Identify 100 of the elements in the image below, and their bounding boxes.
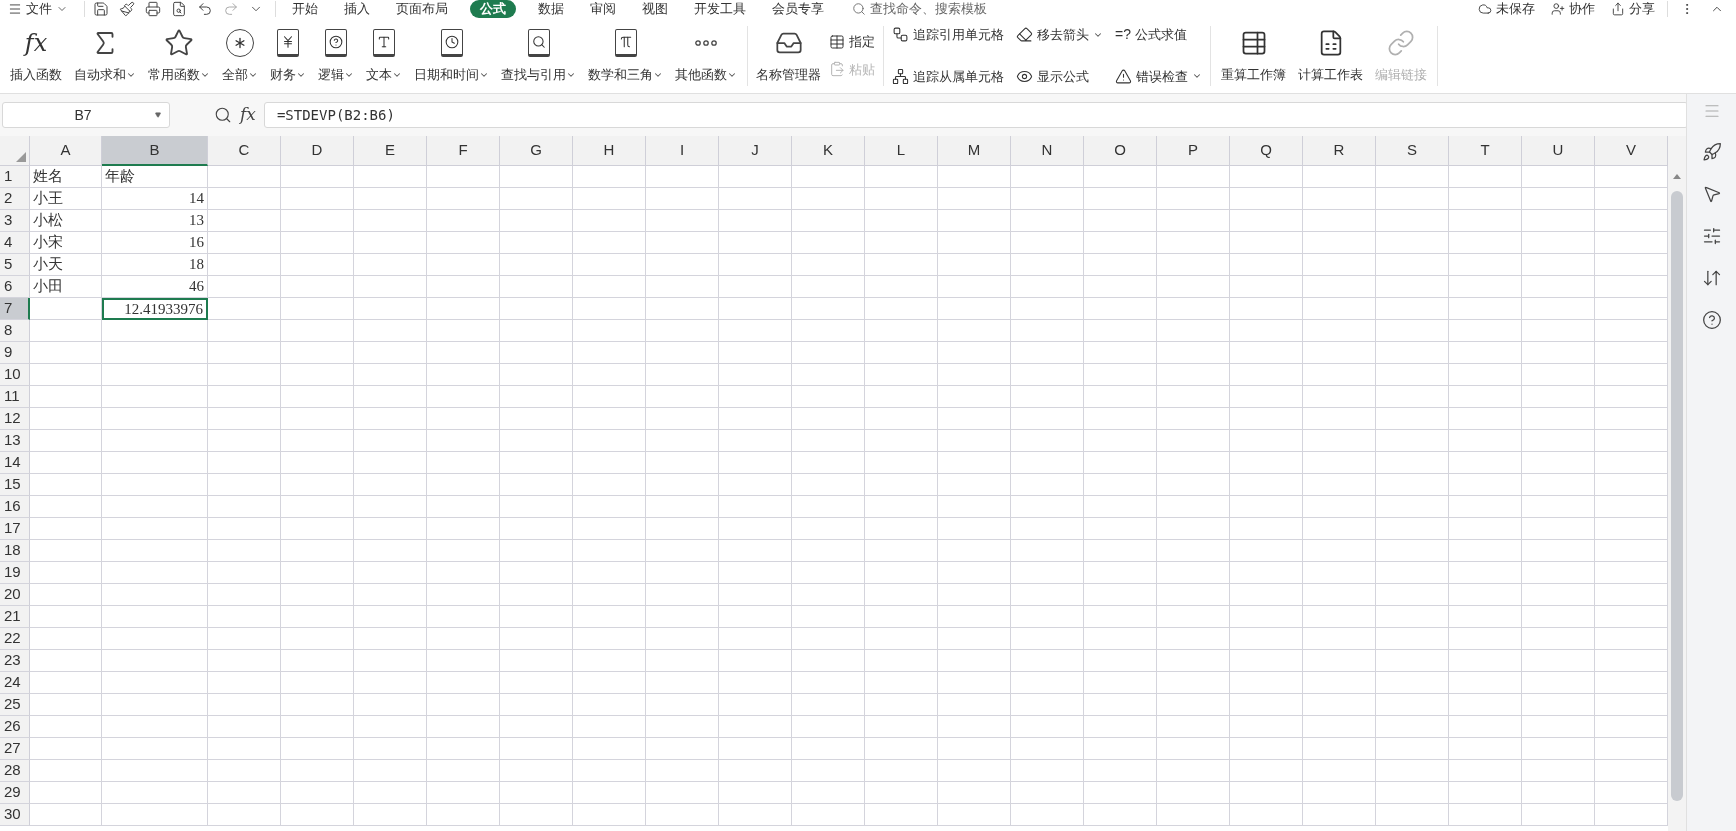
audit-tool-button[interactable]: 显示公式 bbox=[1016, 59, 1103, 93]
column-header[interactable]: V bbox=[1595, 136, 1668, 166]
calc-button[interactable]: 重算工作簿 bbox=[1215, 18, 1292, 93]
column-header[interactable]: J bbox=[719, 136, 792, 166]
audit-tool-button[interactable]: 追踪从属单元格 bbox=[892, 59, 1004, 93]
action-button[interactable]: 协作 bbox=[1551, 2, 1595, 16]
column-header[interactable]: H bbox=[573, 136, 646, 166]
scrollbar-thumb[interactable] bbox=[1671, 191, 1683, 801]
row-header[interactable]: 25 bbox=[0, 694, 30, 716]
name-tool-button[interactable]: 指定 bbox=[829, 32, 875, 52]
row-header[interactable]: 29 bbox=[0, 782, 30, 804]
row-header[interactable]: 22 bbox=[0, 628, 30, 650]
row-header[interactable]: 6 bbox=[0, 276, 30, 298]
row-header[interactable]: 19 bbox=[0, 562, 30, 584]
row-header[interactable]: 17 bbox=[0, 518, 30, 540]
column-header[interactable]: T bbox=[1449, 136, 1522, 166]
column-header[interactable]: F bbox=[427, 136, 500, 166]
column-header[interactable]: M bbox=[938, 136, 1011, 166]
function-button[interactable]: 全部 bbox=[216, 18, 264, 93]
audit-tool-button[interactable]: =? 公式求值 bbox=[1115, 18, 1202, 52]
row-header[interactable]: 24 bbox=[0, 672, 30, 694]
file-menu[interactable]: 文件 bbox=[8, 2, 68, 16]
table-cell: 小田 bbox=[30, 276, 102, 298]
function-button[interactable]: 日期和时间 bbox=[408, 18, 495, 93]
row-header[interactable]: 20 bbox=[0, 584, 30, 606]
ribbon-tab[interactable]: 审阅 bbox=[586, 0, 620, 18]
column-header[interactable]: U bbox=[1522, 136, 1595, 166]
row-header[interactable]: 8 bbox=[0, 320, 30, 342]
name-box[interactable]: B7 bbox=[2, 102, 170, 128]
ribbon-tab[interactable]: 插入 bbox=[340, 0, 374, 18]
select-all-corner[interactable] bbox=[0, 136, 30, 166]
row-header[interactable]: 26 bbox=[0, 716, 30, 738]
column-header[interactable]: P bbox=[1157, 136, 1230, 166]
action-button[interactable]: 分享 bbox=[1611, 2, 1655, 16]
ribbon-tab[interactable]: 页面布局 bbox=[392, 0, 452, 18]
row-header[interactable]: 7 bbox=[0, 298, 30, 320]
column-header[interactable]: D bbox=[281, 136, 354, 166]
function-button[interactable]: 财务 bbox=[264, 18, 312, 93]
ribbon-tab[interactable]: 数据 bbox=[534, 0, 568, 18]
eraser-icon bbox=[1016, 26, 1033, 44]
ribbon-tab[interactable]: 公式 bbox=[470, 0, 516, 18]
row-header[interactable]: 10 bbox=[0, 364, 30, 386]
column-header[interactable]: S bbox=[1376, 136, 1449, 166]
row-header[interactable]: 5 bbox=[0, 254, 30, 276]
function-button[interactable]: 自动求和 bbox=[68, 18, 142, 93]
row-header[interactable]: 27 bbox=[0, 738, 30, 760]
row-header[interactable]: 4 bbox=[0, 232, 30, 254]
audit-tool-button[interactable]: 追踪引用单元格 bbox=[892, 18, 1004, 52]
column-header[interactable]: B bbox=[102, 136, 208, 166]
ribbon-tab[interactable]: 会员专享 bbox=[768, 0, 828, 18]
row-header[interactable]: 13 bbox=[0, 430, 30, 452]
audit-tool-button[interactable]: 错误检查 bbox=[1115, 59, 1202, 93]
function-button[interactable]: 逻辑 bbox=[312, 18, 360, 93]
search-field[interactable]: 查找命令、搜索模板 bbox=[852, 2, 1010, 16]
column-header[interactable]: K bbox=[792, 136, 865, 166]
handle-icon bbox=[1702, 102, 1721, 120]
column-header[interactable]: L bbox=[865, 136, 938, 166]
column-header[interactable]: C bbox=[208, 136, 281, 166]
ribbon-tab[interactable]: 视图 bbox=[638, 0, 672, 18]
column-header[interactable]: G bbox=[500, 136, 573, 166]
audit-tool-button[interactable]: 移去箭头 bbox=[1016, 18, 1103, 52]
column-header[interactable]: N bbox=[1011, 136, 1084, 166]
table-cell: 12.41933976 bbox=[102, 298, 208, 320]
ribbon-tab[interactable]: 开发工具 bbox=[690, 0, 750, 18]
function-button[interactable]: fx 插入函数 bbox=[4, 18, 68, 93]
row-header[interactable]: 9 bbox=[0, 342, 30, 364]
formula-field[interactable]: =STDEVP(B2:B6) bbox=[263, 102, 1688, 128]
row-header[interactable]: 16 bbox=[0, 496, 30, 518]
calc-button[interactable]: 计算工作表 bbox=[1292, 18, 1369, 93]
action-button[interactable]: 未保存 bbox=[1478, 2, 1535, 16]
row-header[interactable]: 14 bbox=[0, 452, 30, 474]
row-header[interactable]: 21 bbox=[0, 606, 30, 628]
row-header[interactable]: 15 bbox=[0, 474, 30, 496]
function-button[interactable]: 文本 bbox=[360, 18, 408, 93]
row-header[interactable]: 18 bbox=[0, 540, 30, 562]
row-header[interactable]: 3 bbox=[0, 210, 30, 232]
row-header[interactable]: 1 bbox=[0, 166, 30, 188]
function-glyph[interactable]: fx bbox=[240, 102, 256, 128]
name-manager-button[interactable]: 名称管理器 bbox=[752, 18, 825, 93]
function-button[interactable]: 常用函数 bbox=[142, 18, 216, 93]
column-header[interactable]: Q bbox=[1230, 136, 1303, 166]
table-cell: 46 bbox=[102, 276, 208, 298]
row-header[interactable]: 11 bbox=[0, 386, 30, 408]
row-header[interactable]: 2 bbox=[0, 188, 30, 210]
zoom-icon bbox=[214, 106, 232, 124]
math-book-icon bbox=[614, 28, 637, 57]
row-header[interactable]: 23 bbox=[0, 650, 30, 672]
row-header[interactable]: 28 bbox=[0, 760, 30, 782]
row-header[interactable]: 12 bbox=[0, 408, 30, 430]
ribbon-tab[interactable]: 开始 bbox=[288, 0, 322, 18]
column-header[interactable]: R bbox=[1303, 136, 1376, 166]
function-button[interactable]: 查找与引用 bbox=[495, 18, 582, 93]
row-header[interactable]: 30 bbox=[0, 804, 30, 826]
function-button[interactable]: 数学和三角 bbox=[582, 18, 669, 93]
column-header[interactable]: E bbox=[354, 136, 427, 166]
scrollbar[interactable] bbox=[1668, 136, 1686, 831]
function-button[interactable]: 其他函数 bbox=[669, 18, 743, 93]
column-header[interactable]: O bbox=[1084, 136, 1157, 166]
column-header[interactable]: A bbox=[30, 136, 102, 166]
column-header[interactable]: I bbox=[646, 136, 719, 166]
